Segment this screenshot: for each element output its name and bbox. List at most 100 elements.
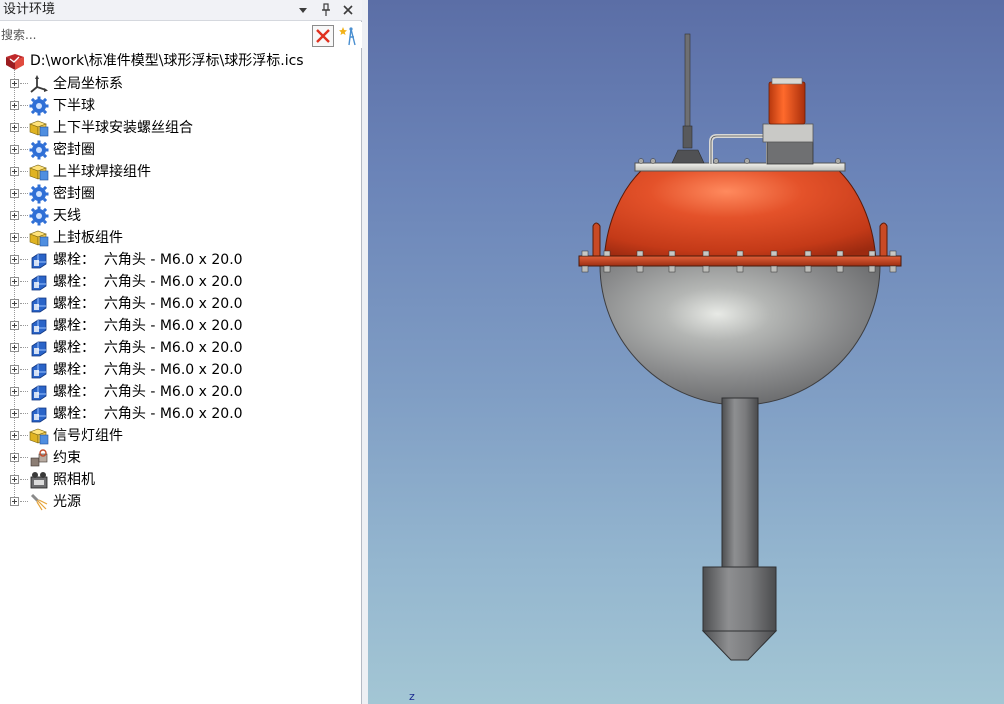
expand-toggle[interactable] (10, 167, 19, 176)
light-icon (28, 492, 50, 512)
counterweight[interactable] (702, 566, 777, 632)
tree-item-label: 上下半球安装螺丝组合 (53, 120, 193, 136)
flange-nut (603, 265, 611, 273)
flange-bolt-head (636, 250, 644, 257)
expand-toggle[interactable] (10, 145, 19, 154)
dropdown-icon[interactable] (295, 2, 311, 18)
flange-bolt-head (603, 250, 611, 257)
expand-toggle[interactable] (10, 453, 19, 462)
bolt-icon (28, 250, 50, 270)
tree-item[interactable]: 上半球焊接组件 (0, 161, 361, 183)
tree-root[interactable]: D:\work\标准件模型\球形浮标\球形浮标.ics (0, 51, 361, 73)
tree-item[interactable]: 光源 (0, 491, 361, 513)
expand-toggle[interactable] (10, 343, 19, 352)
tree-connector (20, 281, 28, 282)
expand-toggle[interactable] (10, 101, 19, 110)
tree-item[interactable]: 下半球 (0, 95, 361, 117)
tree-item[interactable]: 全局坐标系 (0, 73, 361, 95)
expand-toggle[interactable] (10, 321, 19, 330)
tree-item-label: 密封圈 (53, 186, 95, 202)
top-cover-plate[interactable] (634, 162, 846, 172)
tree-item-label: 螺栓： 六角头 - M6.0 x 20.0 (53, 362, 243, 378)
expand-toggle[interactable] (10, 409, 19, 418)
bolt-icon (28, 360, 50, 380)
assembly-icon (28, 162, 50, 182)
signal-beacon[interactable] (768, 81, 806, 125)
counterweight-cone (701, 630, 778, 661)
bolt-icon (28, 316, 50, 336)
assembly-icon (28, 118, 50, 138)
expand-toggle[interactable] (10, 365, 19, 374)
close-icon[interactable] (340, 2, 356, 18)
tree-item[interactable]: 密封圈 (0, 139, 361, 161)
antenna-mast[interactable] (684, 33, 691, 131)
tree-item-label: 全局坐标系 (53, 76, 123, 92)
tree-item[interactable]: 螺栓： 六角头 - M6.0 x 20.0 (0, 315, 361, 337)
pin-icon[interactable] (318, 2, 334, 18)
tree-connector (20, 237, 28, 238)
flange-ring[interactable] (578, 255, 902, 267)
tree-item[interactable]: 螺栓： 六角头 - M6.0 x 20.0 (0, 249, 361, 271)
bolt-icon (28, 272, 50, 292)
tree-item[interactable]: 照相机 (0, 469, 361, 491)
flange-nut (702, 265, 710, 273)
tree-item[interactable]: 螺栓： 六角头 - M6.0 x 20.0 (0, 359, 361, 381)
tree-item[interactable]: 密封圈 (0, 183, 361, 205)
ballast-stem[interactable] (721, 397, 759, 571)
tree-item[interactable]: 螺栓： 六角头 - M6.0 x 20.0 (0, 271, 361, 293)
tree-item[interactable]: 上下半球安装螺丝组合 (0, 117, 361, 139)
flange-bolt-head (702, 250, 710, 257)
part-gear-icon (28, 96, 50, 116)
design-environment-panel: 设计环境 搜索... D:\work\标准件模型\球形浮标\球形浮标.ics 全… (0, 0, 362, 704)
tree-item-label: 约束 (53, 450, 81, 466)
tree-item[interactable]: 螺栓： 六角头 - M6.0 x 20.0 (0, 403, 361, 425)
part-gear-icon (28, 184, 50, 204)
flange-nut (868, 265, 876, 273)
flange-nut (804, 265, 812, 273)
flange-bolt-head (581, 250, 589, 257)
tree-connector (20, 303, 28, 304)
tree-connector (20, 215, 28, 216)
search-input[interactable] (0, 24, 306, 46)
expand-toggle[interactable] (10, 387, 19, 396)
tree-item[interactable]: 信号灯组件 (0, 425, 361, 447)
expand-toggle[interactable] (10, 79, 19, 88)
tree-item[interactable]: 螺栓： 六角头 - M6.0 x 20.0 (0, 293, 361, 315)
expand-toggle[interactable] (10, 299, 19, 308)
expand-toggle[interactable] (10, 431, 19, 440)
3d-viewport[interactable] (368, 0, 1004, 704)
antenna-base (682, 125, 693, 149)
bolt-icon (28, 404, 50, 424)
filter-star-icon (339, 27, 356, 46)
expand-toggle[interactable] (10, 123, 19, 132)
tree-item-label: 螺栓： 六角头 - M6.0 x 20.0 (53, 296, 243, 312)
tree-item[interactable]: 天线 (0, 205, 361, 227)
tree-item-label: 螺栓： 六角头 - M6.0 x 20.0 (53, 406, 243, 422)
buoy-model[interactable] (368, 0, 1004, 704)
tree-item[interactable]: 螺栓： 六角头 - M6.0 x 20.0 (0, 381, 361, 403)
lower-hemisphere[interactable] (599, 264, 881, 406)
clear-search-button[interactable] (312, 25, 334, 47)
tree-item-label: 光源 (53, 494, 81, 510)
expand-toggle[interactable] (10, 255, 19, 264)
expand-toggle[interactable] (10, 497, 19, 506)
tree-item[interactable]: 上封板组件 (0, 227, 361, 249)
top-plate-bolt (835, 158, 841, 164)
expand-toggle[interactable] (10, 475, 19, 484)
expand-toggle[interactable] (10, 211, 19, 220)
flange-nut (636, 265, 644, 273)
expand-toggle[interactable] (10, 233, 19, 242)
flange-bolt-head (668, 250, 676, 257)
upper-hemisphere[interactable] (603, 167, 877, 263)
flange-nut (889, 265, 897, 273)
flange-bolt-head (868, 250, 876, 257)
filter-button[interactable] (338, 25, 360, 47)
tree-item[interactable]: 约束 (0, 447, 361, 469)
part-gear-icon (28, 140, 50, 160)
expand-toggle[interactable] (10, 277, 19, 286)
lifting-handle[interactable] (709, 134, 770, 164)
expand-toggle[interactable] (10, 189, 19, 198)
flange-nut (668, 265, 676, 273)
flange-nut (770, 265, 778, 273)
tree-item[interactable]: 螺栓： 六角头 - M6.0 x 20.0 (0, 337, 361, 359)
